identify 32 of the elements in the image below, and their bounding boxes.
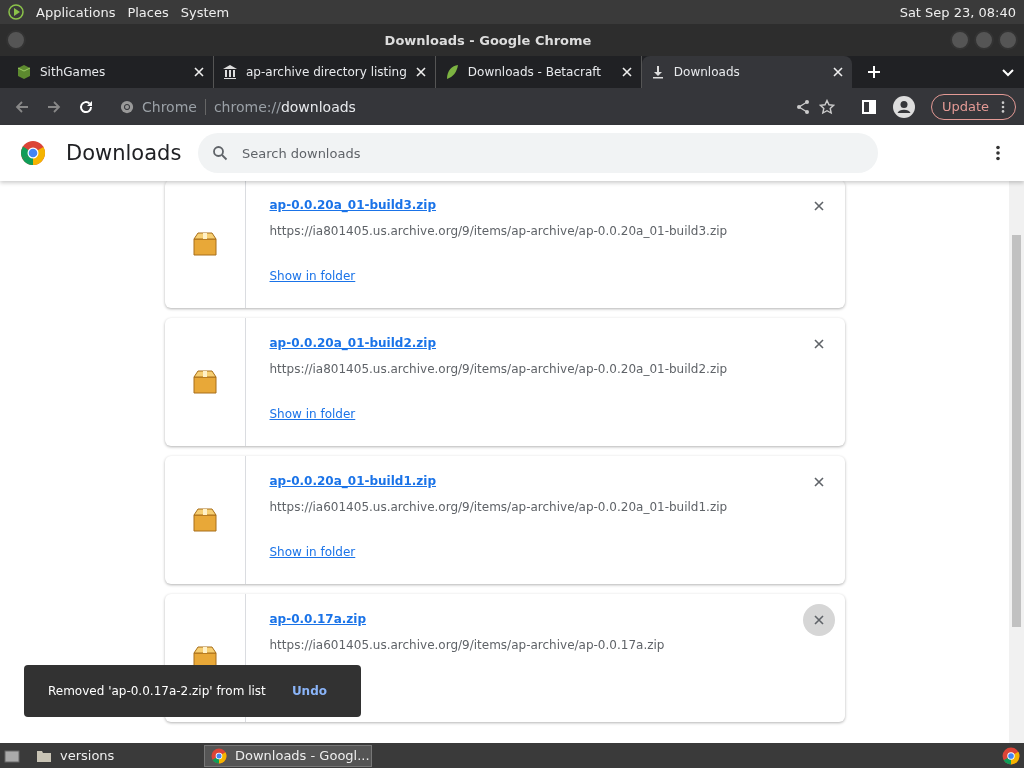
clock: Sat Sep 23, 08:40 <box>899 4 1016 20</box>
taskbar-item[interactable]: Downloads - Googl... <box>204 744 372 767</box>
file-url: https://ia601405.us.archive.org/9/items/ap-archive/ap-0.0.20a_01-build1.zip <box>269 500 728 516</box>
show-in-folder-link[interactable]: Show in folder <box>269 545 356 559</box>
taskbar-label: versions <box>60 748 115 763</box>
show-in-folder-link[interactable]: Show in folder <box>269 407 356 421</box>
taskbar-item[interactable]: versions <box>30 744 180 767</box>
file-url: https://ia601405.us.archive.org/9/items/ap-archive/ap-0.0.17a.zip <box>269 638 665 654</box>
tab-title: ap-archive directory listing <box>246 65 407 79</box>
tab-title: Downloads <box>673 65 741 79</box>
panel-menu[interactable]: Places <box>127 4 169 20</box>
file-url: https://ia801405.us.archive.org/9/items/ap-archive/ap-0.0.20a_01-build2.zip <box>269 362 728 378</box>
browser-tab[interactable]: Downloads <box>641 56 852 88</box>
toast-message: Removed 'ap-0.0.17a-2.zip' from list <box>48 684 267 698</box>
search-field[interactable]: Search downloads <box>198 133 878 173</box>
panel-menu[interactable]: Applications <box>36 4 116 20</box>
show-in-folder-link[interactable]: Show in folder <box>269 269 356 283</box>
update-button[interactable]: Update <box>930 93 1016 120</box>
page-title: Downloads <box>66 141 183 165</box>
taskbar-label: Downloads - Googl... <box>235 748 370 763</box>
url-text: chrome://downloads <box>213 98 356 115</box>
file-name-link[interactable]: ap-0.0.20a_01-build3.zip <box>269 198 436 224</box>
file-name-link[interactable]: ap-0.0.20a_01-build2.zip <box>269 336 436 362</box>
site-label: Chrome <box>142 98 197 115</box>
tab-title: Downloads - Betacraft <box>467 65 602 79</box>
panel-menu[interactable]: System <box>180 4 230 20</box>
file-url: https://ia801405.us.archive.org/9/items/ap-archive/ap-0.0.20a_01-build3.zip <box>269 224 728 240</box>
undo-link[interactable]: Undo <box>291 684 327 698</box>
tab-title: SithGames <box>40 65 107 79</box>
file-name-link[interactable]: ap-0.0.20a_01-build1.zip <box>269 474 436 500</box>
file-name-link[interactable]: ap-0.0.17a.zip <box>269 612 367 638</box>
window-title: Downloads - Google Chrome <box>383 32 593 48</box>
